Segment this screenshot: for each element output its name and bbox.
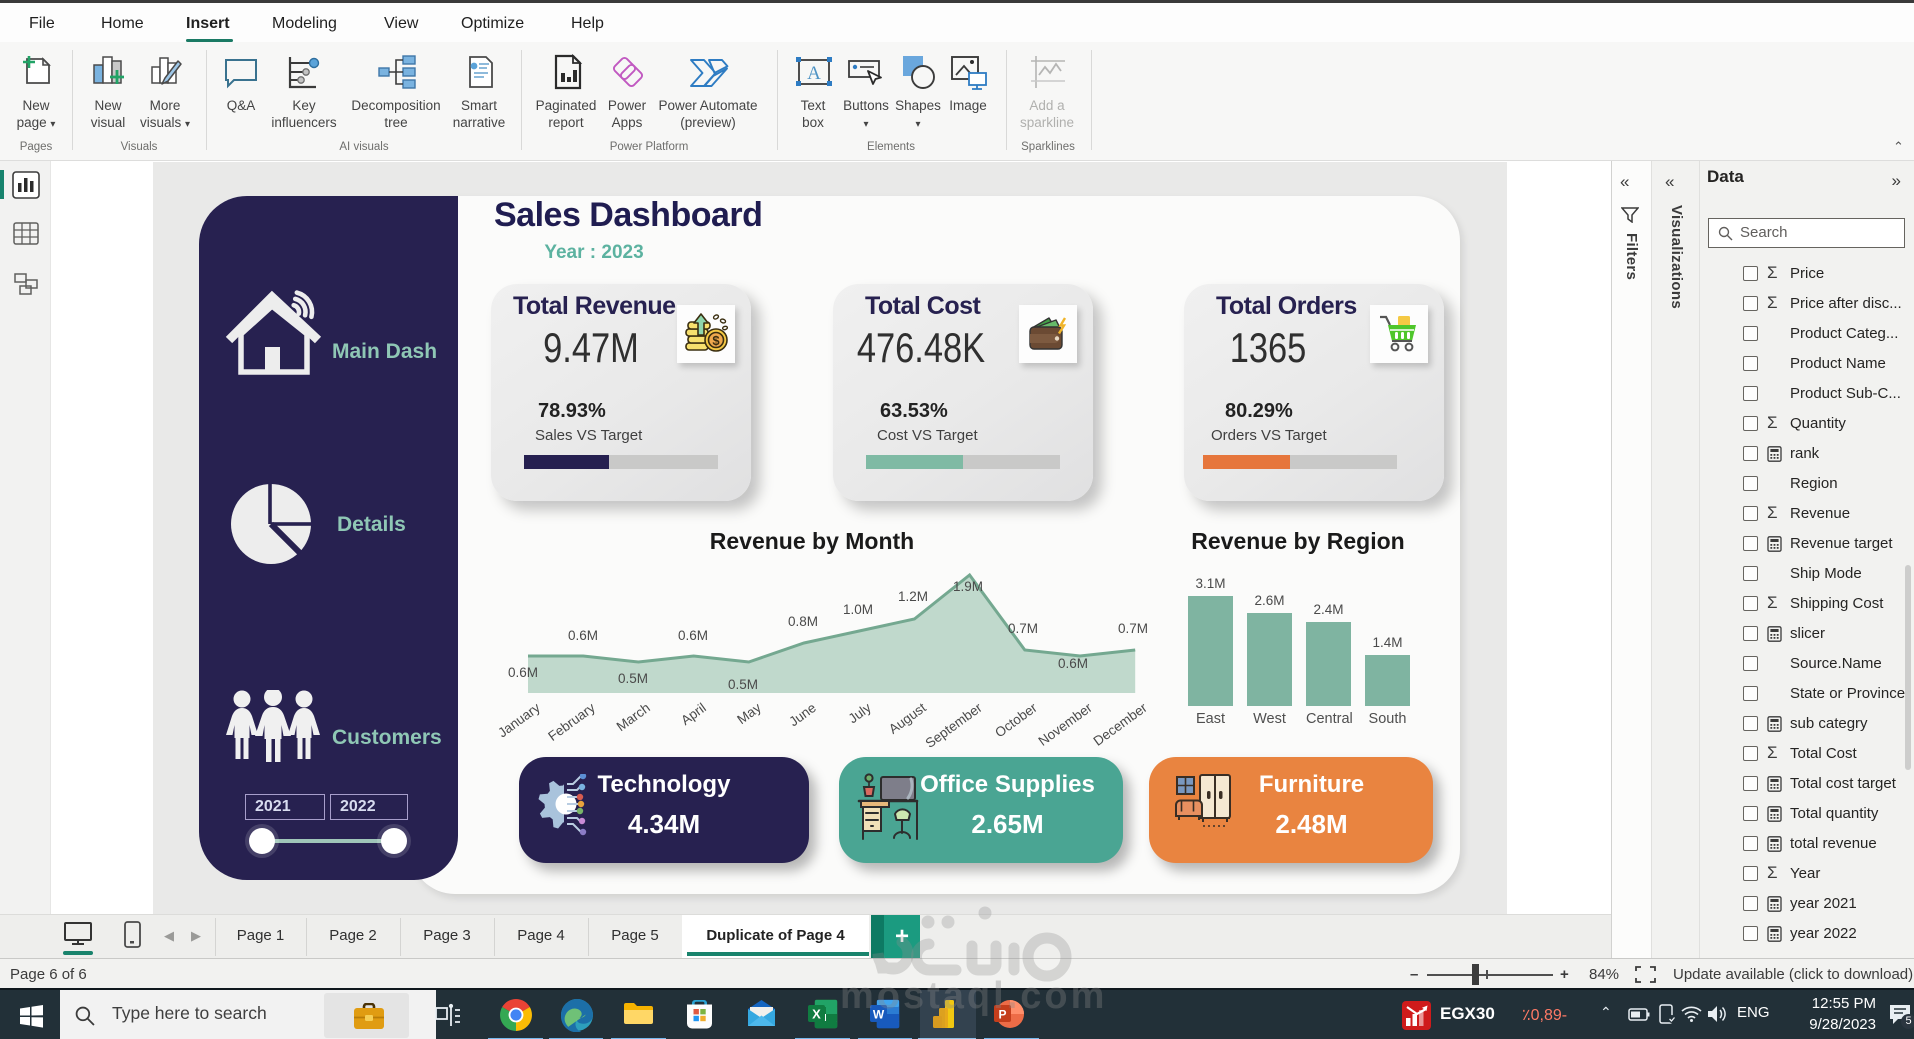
svg-text:$: $ <box>712 333 720 348</box>
svg-text:A: A <box>807 63 821 84</box>
svg-text:P: P <box>998 1008 1006 1022</box>
svg-text:W: W <box>873 1008 885 1022</box>
svg-text:X: X <box>812 1007 821 1022</box>
